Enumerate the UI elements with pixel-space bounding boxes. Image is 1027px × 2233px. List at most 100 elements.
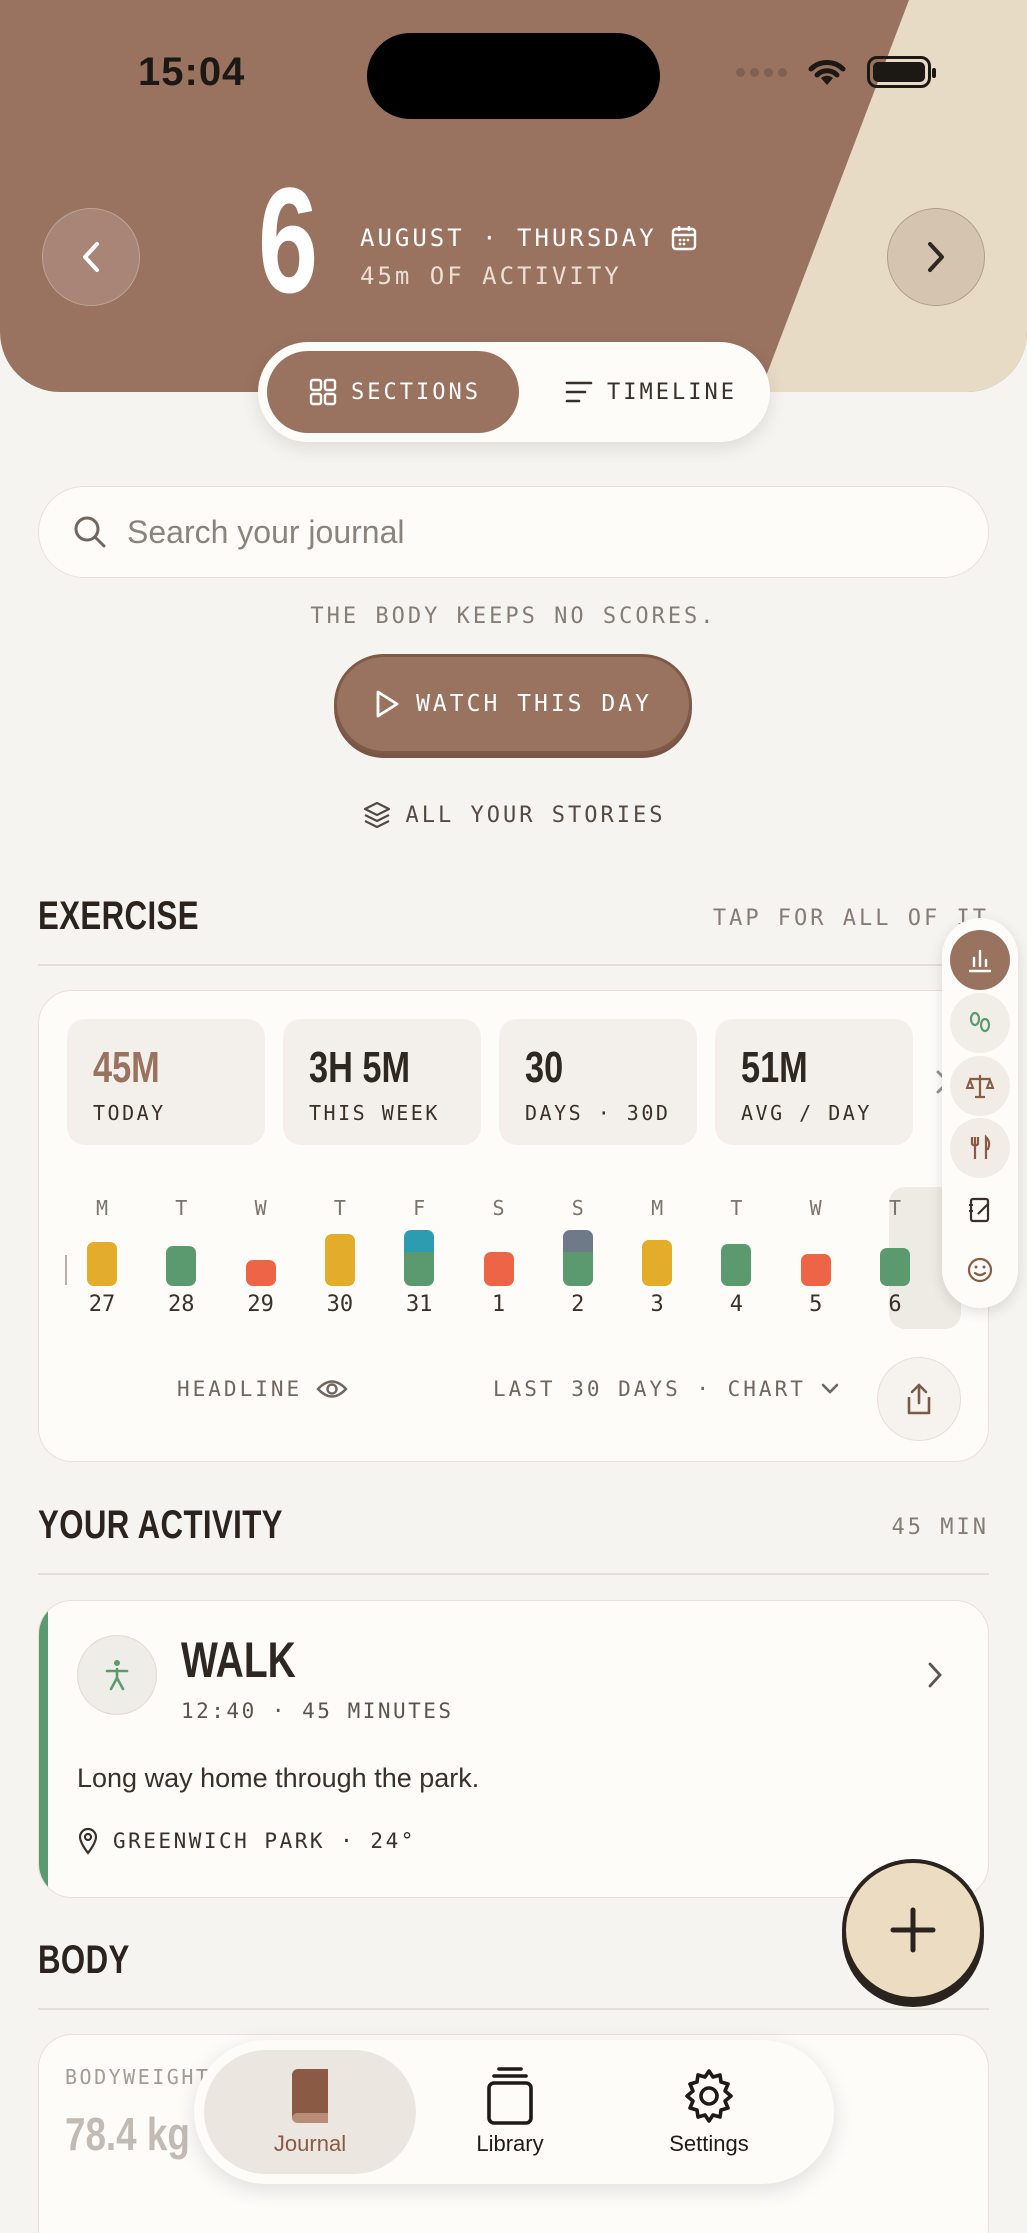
- previous-day-button[interactable]: [42, 208, 140, 306]
- day-number-label[interactable]: 29: [231, 1292, 291, 1317]
- eye-icon: [316, 1380, 348, 1398]
- scroll-indicator: [65, 1255, 67, 1285]
- bar-chart-icon: [968, 949, 992, 973]
- rail-notes[interactable]: [950, 1180, 1010, 1240]
- watch-label: WATCH THIS DAY: [416, 691, 652, 717]
- section-quick-rail: [942, 918, 1018, 1308]
- status-time: 15:04: [138, 50, 246, 94]
- stat-this-week[interactable]: 3H 5M THIS WEEK: [283, 1019, 481, 1145]
- stat-days[interactable]: 30 DAYS · 30D: [499, 1019, 697, 1145]
- day-activity-bar[interactable]: [562, 1230, 593, 1252]
- headline-toggle[interactable]: HEADLINE: [177, 1377, 348, 1401]
- weekday-label: T: [175, 1196, 188, 1220]
- divider: [38, 1573, 989, 1575]
- book-icon: [292, 2069, 328, 2124]
- search-input[interactable]: [127, 513, 947, 551]
- day-activity-bar[interactable]: [880, 1248, 910, 1286]
- day-activity-bar[interactable]: [324, 1234, 355, 1286]
- dynamic-island: [367, 33, 660, 119]
- layers-icon: [363, 801, 390, 829]
- tab-library[interactable]: Library: [416, 2050, 604, 2174]
- weekday-label: W: [809, 1196, 822, 1220]
- chevron-left-icon: [83, 242, 99, 272]
- add-entry-button[interactable]: [842, 1859, 984, 2001]
- day-number-label[interactable]: 27: [72, 1292, 132, 1317]
- search-icon: [74, 516, 106, 548]
- bodyweight-value: 78.4 kg: [65, 2108, 190, 2160]
- entry-note: Long way home through the park.: [77, 1763, 480, 1793]
- stat-label: THIS WEEK: [309, 1101, 440, 1125]
- day-activity-bar[interactable]: [562, 1252, 593, 1286]
- entry-name: WALK: [181, 1632, 296, 1688]
- rail-mood[interactable]: [950, 1240, 1010, 1300]
- all-stories-link[interactable]: ALL YOUR STORIES: [0, 800, 1027, 830]
- stat-avg-day[interactable]: 51M AVG / DAY: [715, 1019, 913, 1145]
- day-activity-bar[interactable]: [721, 1244, 752, 1286]
- rail-body[interactable]: [950, 1056, 1010, 1116]
- day-number-label[interactable]: 31: [389, 1292, 449, 1317]
- weekday-label: M: [95, 1196, 109, 1220]
- next-day-button[interactable]: [887, 208, 985, 306]
- entry-meta: 12:40 · 45 MINUTES: [181, 1699, 454, 1723]
- notebook-icon: [969, 1197, 990, 1223]
- stories-label: ALL YOUR STORIES: [405, 802, 666, 828]
- day-activity-bar[interactable]: [166, 1246, 197, 1286]
- date-line[interactable]: AUGUST · THURSDAY: [360, 224, 697, 252]
- stat-value: 3H 5M: [309, 1043, 411, 1092]
- day-activity-bar[interactable]: [483, 1252, 514, 1286]
- watch-this-day-button[interactable]: WATCH THIS DAY: [334, 654, 692, 754]
- wifi-icon: [808, 60, 846, 85]
- stat-value: 30: [525, 1043, 564, 1092]
- rail-exercise[interactable]: [950, 930, 1010, 990]
- exercise-see-all-link[interactable]: TAP FOR ALL OF IT: [713, 906, 989, 931]
- chevron-right-icon[interactable]: [927, 1661, 943, 1689]
- day-number-label[interactable]: 3: [627, 1292, 687, 1317]
- day-number-label[interactable]: 6: [865, 1292, 925, 1317]
- tab-settings[interactable]: Settings: [604, 2050, 814, 2174]
- weekday-label: S: [492, 1196, 505, 1220]
- rail-food[interactable]: [950, 1118, 1010, 1178]
- divider: [38, 964, 989, 966]
- day-number-label[interactable]: 4: [706, 1292, 766, 1317]
- scale-icon: [965, 1075, 995, 1099]
- day-number-label[interactable]: 1: [469, 1292, 529, 1317]
- day-activity-bar[interactable]: [87, 1242, 117, 1286]
- weekday-label: T: [333, 1196, 346, 1220]
- day-number-label[interactable]: 28: [151, 1292, 211, 1317]
- chevron-down-icon: [821, 1383, 839, 1394]
- weekday-label: S: [571, 1196, 584, 1220]
- footprints-icon: [969, 1011, 991, 1033]
- day-number-label[interactable]: 30: [310, 1292, 370, 1317]
- day-activity-bar[interactable]: [642, 1240, 673, 1286]
- day-activity-bar[interactable]: [404, 1252, 435, 1286]
- sections-label: SECTIONS: [351, 379, 481, 405]
- day-activity-bar[interactable]: [800, 1254, 831, 1286]
- weekday-label: T: [888, 1196, 902, 1220]
- stat-value: 51M: [741, 1043, 808, 1092]
- day-number-label[interactable]: 5: [786, 1292, 846, 1317]
- walk-icon-badge: [77, 1635, 157, 1715]
- battery-icon: [867, 56, 936, 88]
- play-icon: [376, 690, 399, 718]
- grid-icon: [309, 378, 337, 406]
- smiley-icon: [967, 1257, 993, 1283]
- sections-tab[interactable]: SECTIONS: [267, 351, 519, 433]
- body-title: BODY: [38, 1938, 130, 1982]
- timeline-tab[interactable]: TIMELINE: [519, 351, 737, 433]
- range-selector[interactable]: LAST 30 DAYS · CHART: [493, 1377, 840, 1401]
- date-text: AUGUST · THURSDAY: [360, 224, 657, 252]
- calendar-icon[interactable]: [671, 224, 697, 252]
- timeline-lines-icon: [565, 381, 593, 403]
- stat-today[interactable]: 45M TODAY: [67, 1019, 265, 1145]
- tab-label: Journal: [273, 2131, 347, 2156]
- stat-label: AVG / DAY: [741, 1101, 872, 1125]
- day-activity-bar[interactable]: [404, 1230, 435, 1252]
- tab-journal[interactable]: Journal: [204, 2050, 416, 2174]
- share-icon: [907, 1383, 931, 1415]
- rail-activity[interactable]: [950, 993, 1010, 1053]
- share-button[interactable]: [877, 1357, 961, 1441]
- view-toggle: SECTIONS TIMELINE: [258, 342, 770, 442]
- day-activity-bar[interactable]: [245, 1260, 276, 1286]
- activity-entry-card[interactable]: WALK 12:40 · 45 MINUTES Long way home th…: [38, 1600, 989, 1898]
- day-number-label[interactable]: 2: [548, 1292, 608, 1317]
